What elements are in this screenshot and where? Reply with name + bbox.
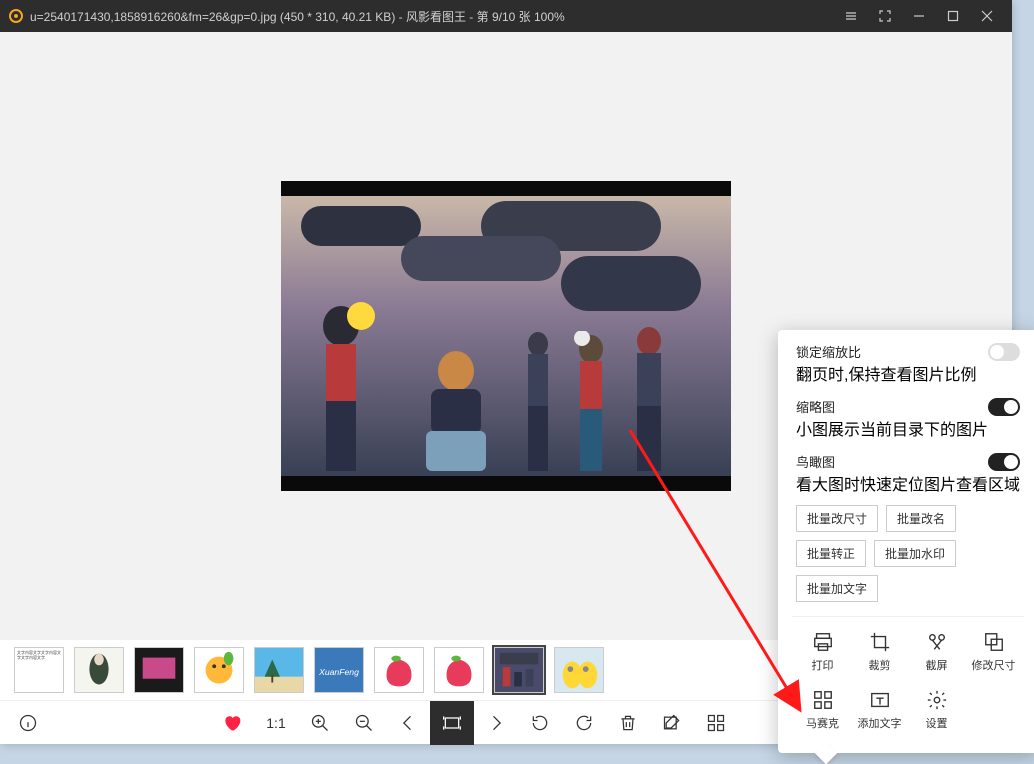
window-controls [834,0,1004,32]
actual-size-button[interactable]: 1:1 [254,701,298,745]
thumbnail-toggle[interactable] [988,398,1020,416]
thumb-1[interactable]: 文字内容文字文字内容文字文字内容文字 [14,647,64,693]
main-image [281,181,731,491]
batch-rename-button[interactable]: 批量改名 [886,505,956,532]
settings-tool[interactable]: 设置 [910,683,963,737]
birdseye-desc: 看大图时快速定位图片查看区域 [796,471,1020,495]
delete-button[interactable] [606,701,650,745]
thumb-2[interactable] [74,647,124,693]
thumb-4[interactable] [194,647,244,693]
thumb-5[interactable] [254,647,304,693]
lock-zoom-toggle[interactable] [988,343,1020,361]
thumb-3[interactable] [134,647,184,693]
thumb-7[interactable] [374,647,424,693]
thumb-10[interactable] [554,647,604,693]
thumbnail-label: 缩略图 [796,397,835,416]
more-grid-button[interactable] [694,701,738,745]
rotate-left-button[interactable] [518,701,562,745]
print-tool[interactable]: 打印 [796,625,849,679]
lock-zoom-desc: 翻页时,保持查看图片比例 [796,361,1020,385]
birdseye-toggle[interactable] [988,453,1020,471]
window-title: u=2540171430,1858916260&fm=26&gp=0.jpg (… [30,8,834,25]
minimize-button[interactable] [902,0,936,32]
fullscreen-button[interactable] [868,0,902,32]
favorite-button[interactable] [210,701,254,745]
fit-button[interactable] [430,701,474,745]
screenshot-tool[interactable]: 截屏 [910,625,963,679]
svg-text:XuanFeng: XuanFeng [318,667,359,677]
batch-addtext-button[interactable]: 批量加文字 [796,575,878,602]
zoom-in-button[interactable] [298,701,342,745]
info-button[interactable] [6,701,50,745]
lock-zoom-label: 锁定缩放比 [796,342,861,361]
menu-button[interactable] [834,0,868,32]
app-icon [8,8,24,24]
zoom-out-button[interactable] [342,701,386,745]
next-button[interactable] [474,701,518,745]
titlebar: u=2540171430,1858916260&fm=26&gp=0.jpg (… [0,0,1012,32]
edit-button[interactable] [650,701,694,745]
rotate-right-button[interactable] [562,701,606,745]
thumb-9[interactable] [494,647,544,693]
batch-resize-button[interactable]: 批量改尺寸 [796,505,878,532]
birdseye-label: 鸟瞰图 [796,452,835,471]
resize-tool[interactable]: 修改尺寸 [967,625,1020,679]
prev-button[interactable] [386,701,430,745]
close-button[interactable] [970,0,1004,32]
thumb-6[interactable]: XuanFeng [314,647,364,693]
crop-tool[interactable]: 裁剪 [853,625,906,679]
add-text-tool[interactable]: 添加文字 [853,683,906,737]
batch-rotate-button[interactable]: 批量转正 [796,540,866,567]
mosaic-tool[interactable]: 马赛克 [796,683,849,737]
more-popup: 锁定缩放比 翻页时,保持查看图片比例 缩略图 小图展示当前目录下的图片 鸟瞰图 … [778,330,1034,753]
maximize-button[interactable] [936,0,970,32]
batch-watermark-button[interactable]: 批量加水印 [874,540,956,567]
thumb-8[interactable] [434,647,484,693]
thumbnail-desc: 小图展示当前目录下的图片 [796,416,1020,440]
